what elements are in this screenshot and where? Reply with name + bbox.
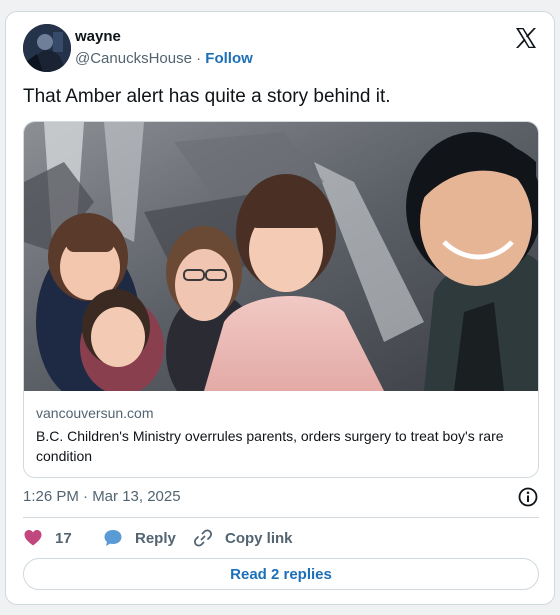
link-domain: vancouversun.com [36,405,154,421]
separator-dot: · [196,50,202,67]
follow-button[interactable]: Follow [205,50,253,67]
reply-label: Reply [135,529,176,547]
reply-bubble-icon [104,530,122,546]
author-handle[interactable]: @CanucksHouse [75,50,192,67]
article-photo [24,122,538,391]
link-preview-card[interactable]: vancouversun.com B.C. Children's Ministr… [23,121,539,478]
read-replies-button[interactable]: Read 2 replies [23,558,539,590]
link-meta: vancouversun.com B.C. Children's Ministr… [24,391,538,477]
tweet-card: wayne @CanucksHouse · Follow That Amber … [5,11,555,605]
link-headline[interactable]: B.C. Children's Ministry overrules paren… [36,426,526,466]
copy-link-label: Copy link [225,529,293,547]
info-icon[interactable] [517,486,539,508]
author-handle-row: @CanucksHouse · Follow [75,50,253,67]
link-icon [193,529,213,547]
reply-button[interactable]: Reply [103,526,176,550]
tweet-text: That Amber alert has quite a story behin… [23,86,391,107]
x-logo-icon[interactable] [514,26,538,50]
tweet-timestamp[interactable]: 1:26 PM · Mar 13, 2025 [23,488,181,505]
divider [23,517,539,518]
avatar[interactable] [23,24,71,72]
like-button[interactable]: 17 [23,526,72,550]
copy-link-button[interactable]: Copy link [193,526,293,550]
heart-icon [24,530,42,546]
like-count: 17 [55,529,72,547]
author-name[interactable]: wayne [75,28,121,45]
